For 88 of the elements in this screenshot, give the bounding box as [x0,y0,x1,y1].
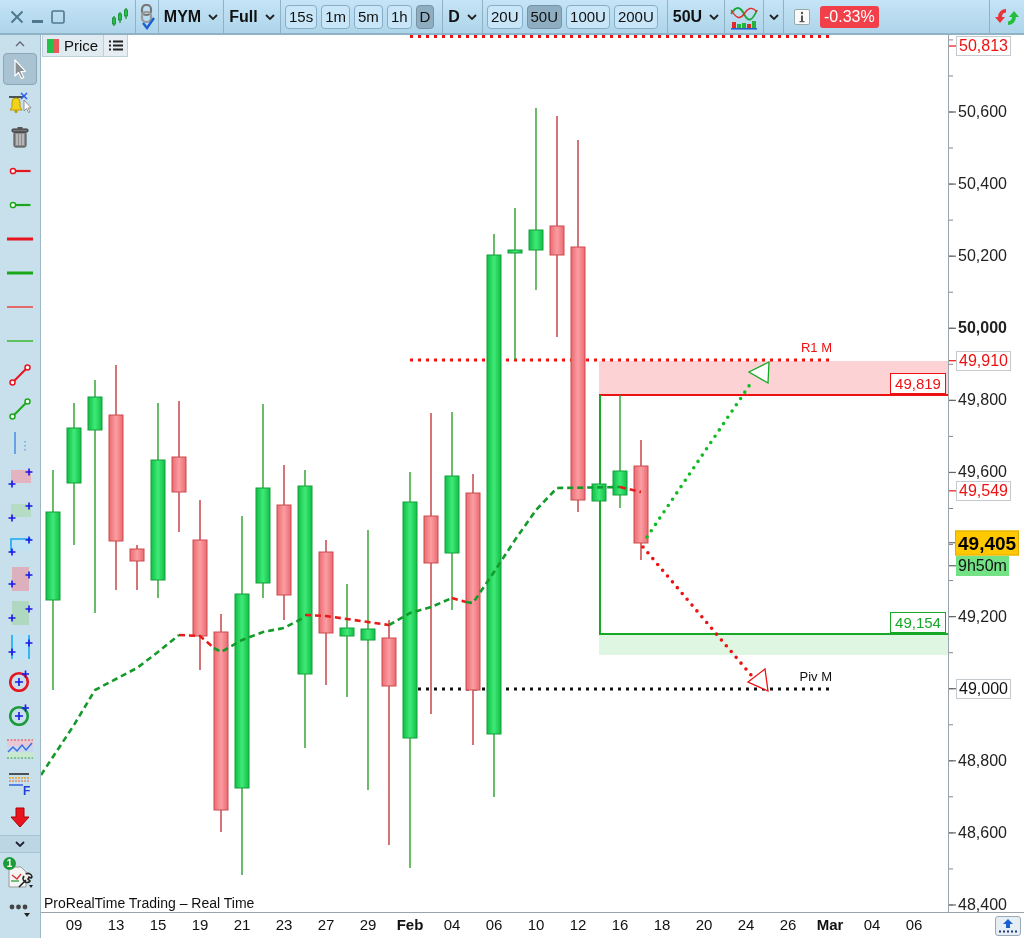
price-tick-label: 48,400 [957,896,1008,914]
more-icon [9,904,31,918]
time-axis-label: 23 [274,915,294,935]
time-axis-label: 15 [148,915,168,935]
interval-button[interactable]: D [415,4,435,29]
price-tick-label: 50,600 [957,103,1008,121]
rectangle-icon [7,534,33,556]
price-tick-label: 49,800 [957,391,1008,410]
price-tick-label: 50,200 [957,247,1008,266]
units-button[interactable]: 100U [566,4,610,29]
caret-icon [208,13,219,20]
time-axis-label: 19 [190,915,210,935]
units-button[interactable]: 20U [487,4,523,29]
time-axis-label: 06 [484,915,504,935]
price-level-label: 49,549 [956,480,1011,501]
time-axis-label: 16 [610,915,630,935]
color-swatch-icon [47,38,59,53]
count-badge: 1 [3,857,16,870]
link-check-icon[interactable] [139,3,155,30]
maximize-icon[interactable] [51,9,65,24]
zone-price-label: 49,819 [890,373,946,394]
units-button[interactable]: 200U [613,4,658,29]
data-source-label: ProRealTime Trading – Real Time [44,895,255,911]
time-axis-label: 09 [64,915,84,935]
arrow-up-icon [998,918,1018,933]
info-icon[interactable] [794,8,810,25]
list-icon [108,40,123,51]
caret-icon [768,13,779,20]
collapse-button[interactable] [0,835,40,853]
units-dropdown[interactable]: 50U [668,0,725,33]
chevron-up-icon[interactable] [15,40,25,47]
trash-icon [11,126,29,148]
vertical-line-icon [13,432,27,454]
time-axis-label: 18 [652,915,672,935]
price-tick-label: 49,600 [957,463,1008,482]
series-label: Price [64,37,99,54]
scroll-latest-button[interactable] [995,915,1021,936]
time-axis-label: 20 [694,915,714,935]
price-level-label: 49,910 [956,350,1011,371]
channel-icon [7,739,33,759]
caret-icon [709,13,720,20]
time-axis-label: 21 [232,915,252,935]
price-tick-label: 48,600 [957,823,1008,842]
caret-icon [466,13,477,20]
price-level-label: 49,000 [956,678,1011,699]
candlestick-icon[interactable] [111,6,129,27]
interval-button[interactable]: 1h [386,4,412,29]
time-axis-label: Feb [395,915,425,935]
rectangle-icon [7,635,33,659]
range-dropdown[interactable]: Full [224,0,281,33]
time-axis-label: 26 [778,915,798,935]
symbol-dropdown[interactable]: MYM [159,0,224,33]
close-icon[interactable] [10,9,24,24]
caret-icon [264,13,275,20]
list-button[interactable] [103,35,128,56]
bell-icon [8,92,32,114]
price-level-label: 50,813 [956,36,1011,56]
level-label: R1 M [800,340,832,356]
zone-price-label: 49,154 [890,612,946,633]
time-axis-label: 13 [106,915,126,935]
interval-button[interactable]: 1m [321,4,351,29]
bearish-candle [129,544,145,591]
level-label: Piv M [799,669,832,685]
settings-tool[interactable]: 1 [3,859,37,891]
cursor-arrow-icon [13,58,27,80]
units-button[interactable]: 50U [526,4,563,29]
price-tick-label: 48,800 [957,751,1008,770]
pointer-tool[interactable] [3,53,37,85]
change-badge: -0.33% [820,5,879,28]
time-axis-label: 04 [862,915,882,935]
chevron-down-icon [15,841,25,847]
time-axis-label: 04 [442,915,462,935]
last-price-label: 49,405 [955,530,1020,556]
time-axis-label: Mar [815,915,845,935]
time-axis-label: 29 [358,915,378,935]
time-axis-label: 12 [568,915,588,935]
time-axis-label: 10 [526,915,546,935]
time-axis-label: 27 [316,915,336,935]
interval-button[interactable]: 15s [285,4,318,29]
bar-countdown-label: 9h50m [956,555,1009,576]
down-arrow-icon [10,806,30,828]
price-tick-label: 50,400 [957,175,1008,194]
timeframe-dropdown[interactable]: D [443,0,483,33]
interval-button[interactable]: 5m [354,4,383,29]
price-tick-label: 49,200 [957,607,1008,626]
price-tick-label: 50,000 [957,319,1008,338]
time-axis-label: 06 [904,915,924,935]
time-axis-label: 24 [736,915,756,935]
